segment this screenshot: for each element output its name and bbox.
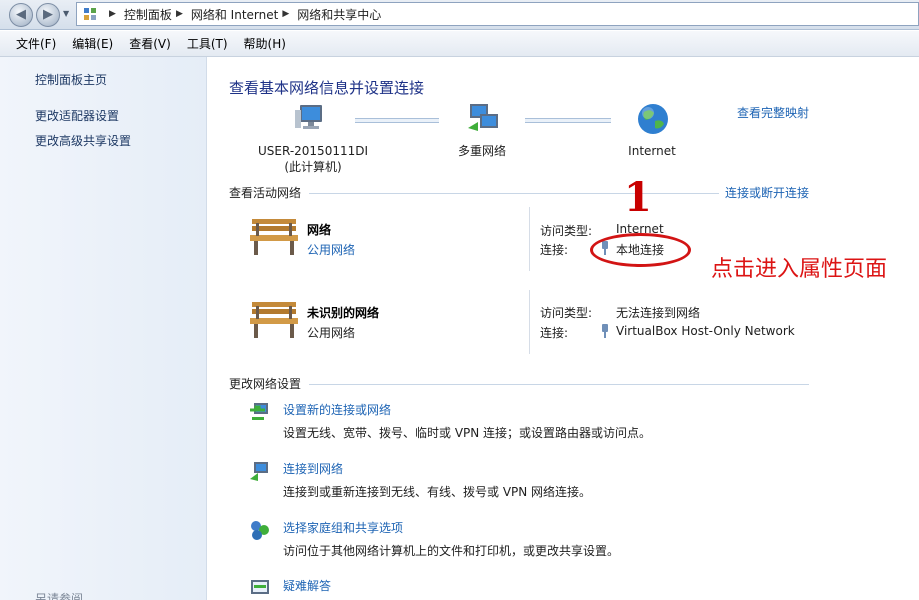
connection-label: 连接: bbox=[540, 326, 569, 340]
address-bar: ◀ ▶ ▼ ▶ 控制面板 ▶ 网络和 Internet ▶ 网络和共享中心 bbox=[0, 0, 919, 30]
connect-disconnect-link[interactable]: 连接或断开连接 bbox=[725, 184, 809, 201]
page-title: 查看基本网络信息并设置连接 bbox=[229, 79, 425, 97]
computer-subtitle: (此计算机) bbox=[284, 160, 342, 174]
vertical-divider bbox=[529, 290, 530, 354]
homegroup-desc: 访问位于其他网络计算机上的文件和打印机，或更改共享设置。 bbox=[283, 544, 620, 558]
bench-icon bbox=[250, 219, 298, 255]
full-map-link[interactable]: 查看完整映射 bbox=[737, 104, 809, 121]
setup-connection-link[interactable]: 设置新的连接或网络 bbox=[283, 401, 391, 418]
annotation-number: 1 bbox=[624, 174, 652, 221]
homegroup-icon bbox=[251, 521, 269, 540]
sidebar-item-adapter-settings[interactable]: 更改适配器设置 bbox=[35, 107, 119, 124]
troubleshoot-icon bbox=[251, 580, 269, 594]
active-networks-heading: 查看活动网络 bbox=[229, 186, 302, 200]
sidebar-item-sharing-settings[interactable]: 更改高级共享设置 bbox=[35, 132, 131, 149]
sidebar: 控制面板主页 更改适配器设置 更改高级共享设置 另请参阅 bbox=[0, 57, 207, 600]
menu-view[interactable]: 查看(V) bbox=[121, 35, 179, 52]
access-type-label: 访问类型: bbox=[540, 224, 593, 238]
globe-icon bbox=[638, 104, 668, 134]
section-divider bbox=[309, 193, 719, 194]
control-panel-icon bbox=[84, 8, 96, 20]
access-type-value: 无法连接到网络 bbox=[616, 306, 701, 320]
annotation-text: 点击进入属性页面 bbox=[711, 257, 888, 282]
address-box[interactable]: ▶ 控制面板 ▶ 网络和 Internet ▶ 网络和共享中心 bbox=[76, 2, 919, 26]
main-content: 查看基本网络信息并设置连接 查看完整映射 USER-20150111DI (此计… bbox=[208, 57, 919, 600]
breadcrumb-control-panel[interactable]: 控制面板 bbox=[124, 6, 172, 23]
multi-network-icon bbox=[468, 104, 498, 131]
map-multi-network-label: 多重网络 bbox=[457, 144, 506, 158]
forward-button[interactable]: ▶ bbox=[36, 3, 60, 27]
map-internet-label: Internet bbox=[628, 144, 676, 158]
history-dropdown-icon[interactable]: ▼ bbox=[63, 9, 69, 18]
sidebar-item-control-panel-home[interactable]: 控制面板主页 bbox=[35, 71, 107, 88]
connect-network-link[interactable]: 连接到网络 bbox=[283, 460, 343, 477]
back-button[interactable]: ◀ bbox=[9, 3, 33, 27]
menu-file[interactable]: 文件(F) bbox=[8, 35, 64, 52]
section-divider bbox=[309, 384, 809, 385]
map-computer-node: USER-20150111DI (此计算机) bbox=[250, 143, 376, 175]
breadcrumb-network-internet[interactable]: 网络和 Internet bbox=[191, 6, 278, 23]
annotation-ellipse bbox=[590, 233, 691, 267]
computer-name: USER-20150111DI bbox=[257, 144, 369, 158]
connection-label: 连接: bbox=[540, 243, 569, 257]
network-name: 网络 bbox=[307, 223, 332, 237]
ethernet-icon bbox=[602, 324, 608, 338]
network-name: 未识别的网络 bbox=[307, 306, 380, 320]
network-type-link[interactable]: 公用网络 bbox=[307, 241, 355, 258]
menu-bar: 文件(F) 编辑(E) 查看(V) 工具(T) 帮助(H) bbox=[0, 31, 919, 57]
bench-icon bbox=[250, 302, 298, 338]
troubleshoot-link[interactable]: 疑难解答 bbox=[283, 577, 331, 594]
network-type: 公用网络 bbox=[307, 326, 356, 340]
map-connector-line bbox=[525, 118, 611, 123]
breadcrumb-separator-icon: ▶ bbox=[282, 9, 290, 19]
connect-network-desc: 连接到或重新连接到无线、有线、拨号或 VPN 网络连接。 bbox=[283, 485, 592, 499]
computer-icon bbox=[295, 105, 322, 129]
homegroup-link[interactable]: 选择家庭组和共享选项 bbox=[283, 519, 403, 536]
breadcrumb-network-sharing-center[interactable]: 网络和共享中心 bbox=[297, 6, 381, 23]
connect-network-icon bbox=[250, 462, 268, 481]
menu-tools[interactable]: 工具(T) bbox=[179, 35, 236, 52]
setup-connection-desc: 设置无线、宽带、拨号、临时或 VPN 连接；或设置路由器或访问点。 bbox=[283, 426, 652, 440]
menu-help[interactable]: 帮助(H) bbox=[236, 35, 294, 52]
breadcrumb-separator-icon: ▶ bbox=[109, 9, 116, 19]
change-settings-heading: 更改网络设置 bbox=[229, 377, 302, 391]
access-type-label: 访问类型: bbox=[540, 306, 593, 320]
new-connection-icon bbox=[250, 403, 268, 420]
vertical-divider bbox=[529, 207, 530, 271]
breadcrumb-separator-icon: ▶ bbox=[175, 9, 183, 19]
map-connector-line bbox=[355, 118, 439, 123]
sidebar-see-also: 另请参阅 bbox=[35, 592, 84, 600]
menu-edit[interactable]: 编辑(E) bbox=[64, 35, 121, 52]
virtualbox-connection-link[interactable]: VirtualBox Host-Only Network bbox=[616, 324, 795, 338]
